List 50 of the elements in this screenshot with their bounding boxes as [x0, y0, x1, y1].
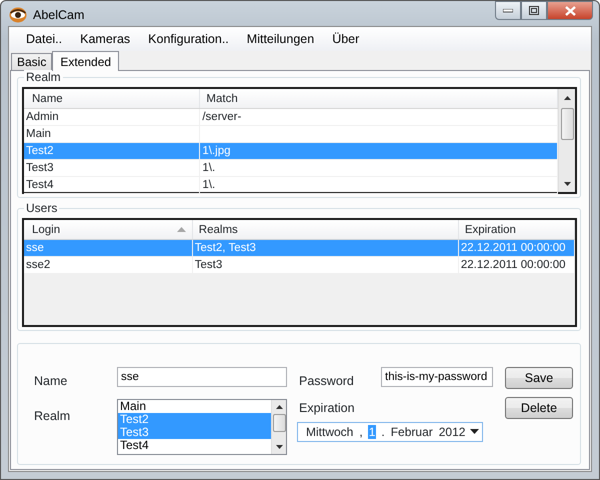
realm-listbox[interactable]: Main Test2 Test3 Test4 — [117, 399, 287, 455]
list-row[interactable]: sse2 Test3 22.12.2011 00:00:00 — [24, 257, 575, 274]
menu-item[interactable]: Datei.. — [17, 30, 72, 49]
date-segment[interactable]: , — [358, 424, 364, 439]
menu-item[interactable]: Konfiguration.. — [139, 30, 238, 49]
table-cell: Admin — [26, 111, 59, 124]
field-label: Realm — [34, 408, 72, 425]
date-segment[interactable]: 2012 — [438, 424, 466, 439]
list-item[interactable]: Test4 — [118, 439, 271, 452]
column-header[interactable]: Name — [24, 89, 200, 108]
list-row[interactable]: Test4 1\. — [24, 177, 558, 194]
tab[interactable]: Extended — [52, 51, 120, 72]
text-field[interactable]: sse — [117, 367, 287, 388]
list-row[interactable]: Test3 1\. — [24, 160, 558, 178]
group-title: Realm — [24, 70, 63, 84]
list-row[interactable]: Admin /server- — [24, 109, 558, 126]
list-item[interactable]: Main — [118, 400, 271, 413]
date-picker[interactable]: Mittwoch , 1 . Februar 2012 — [297, 422, 483, 442]
field-label: Name — [34, 373, 68, 390]
table-cell: 1\.jpg — [202, 145, 230, 158]
menu-item[interactable]: Kameras — [71, 30, 140, 49]
push-button[interactable]: Save — [505, 367, 573, 390]
table-cell: Test2, Test3 — [194, 242, 256, 254]
table-cell: 22.12.2011 00:00:00 — [460, 242, 566, 254]
window-title: AbelCam — [33, 7, 84, 23]
field-label: Expiration — [299, 400, 356, 417]
column-header[interactable]: Login — [24, 220, 193, 240]
tab[interactable]: Basic — [11, 53, 52, 70]
table-cell: /server- — [202, 111, 242, 124]
table-cell: 1\. — [202, 162, 216, 174]
table-cell: sse2 — [26, 259, 50, 272]
column-header[interactable]: Expiration — [458, 220, 575, 240]
push-button[interactable]: Delete — [505, 397, 573, 419]
table-cell: 22.12.2011 00:00:00 — [460, 259, 566, 272]
date-segment[interactable]: . — [380, 424, 386, 439]
menu-item[interactable]: Über — [323, 30, 368, 49]
table-cell: 1\. — [202, 179, 216, 192]
date-segment[interactable]: Februar — [390, 424, 434, 439]
group-title: Users — [24, 201, 60, 216]
date-segment[interactable]: Mittwoch — [305, 424, 354, 439]
menu-item[interactable]: Mitteilungen — [238, 30, 324, 49]
column-header[interactable]: Realms — [192, 220, 459, 240]
table-cell: Test4 — [26, 179, 54, 192]
table-cell: sse — [26, 242, 44, 254]
table-cell: Test3 — [26, 162, 54, 174]
field-label: Password — [299, 373, 355, 390]
table-cell: Main — [26, 128, 51, 140]
table-cell: Test3 — [194, 259, 222, 272]
table-cell: Test2 — [26, 145, 54, 158]
text-field[interactable]: this-is-my-password — [381, 367, 493, 388]
